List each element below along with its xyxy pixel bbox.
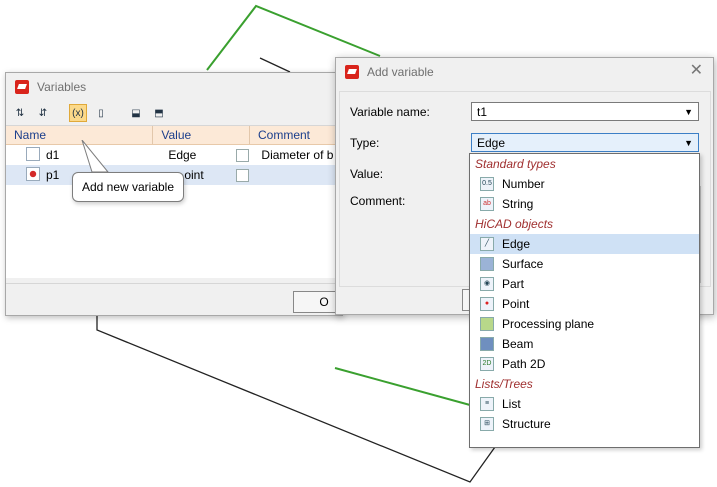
sort-asc-icon[interactable]: ⇅ xyxy=(11,104,29,122)
add-variable-titlebar: Add variable xyxy=(336,58,713,86)
type-dropdown-list: Standard types 0.5 Number ab String HiCAD … xyxy=(469,153,700,448)
option-path-2d[interactable]: 2D Path 2D xyxy=(470,354,699,374)
beam-icon xyxy=(480,337,494,351)
option-point[interactable]: ● Point xyxy=(470,294,699,314)
column-value[interactable]: Value xyxy=(153,126,250,144)
option-processing-plane[interactable]: Processing plane xyxy=(470,314,699,334)
type-value: Edge xyxy=(477,136,506,150)
row-value: Edge xyxy=(168,148,197,162)
processing-plane-icon xyxy=(480,317,494,331)
wireframe-green-edge-lower xyxy=(334,367,471,406)
tooltip-pointer xyxy=(81,140,110,173)
structure-icon: ⊞ xyxy=(480,417,494,431)
option-label: List xyxy=(502,397,521,411)
option-edge[interactable]: ╱ Edge xyxy=(470,234,699,254)
row-comment-cell[interactable]: Diameter of b xyxy=(253,145,342,165)
type-combo[interactable]: Edge ▼ xyxy=(471,133,699,152)
add-variable-icon[interactable]: (x) xyxy=(69,104,87,122)
path-2d-icon: 2D xyxy=(480,357,494,371)
type-label: Type: xyxy=(350,136,380,150)
value-label: Value: xyxy=(350,167,384,181)
hicad-app-icon xyxy=(345,65,359,79)
row-name: p1 xyxy=(46,168,60,182)
copy-icon[interactable]: ▯ xyxy=(92,104,110,122)
part-icon: ◉ xyxy=(480,277,494,291)
import-icon[interactable]: ⬓ xyxy=(127,104,145,122)
variable-name-label: Variable name: xyxy=(350,105,430,119)
option-label: Processing plane xyxy=(502,317,595,331)
point-icon xyxy=(26,167,40,181)
column-comment[interactable]: Comment xyxy=(250,126,342,144)
point-icon: ● xyxy=(480,297,494,311)
category-standard-types: Standard types xyxy=(475,157,556,171)
string-icon: ab xyxy=(480,197,494,211)
add-variable-title: Add variable xyxy=(367,65,434,79)
wireframe-box-edge xyxy=(96,316,501,483)
option-label: Structure xyxy=(502,417,551,431)
row-name: d1 xyxy=(46,148,60,162)
option-label: Surface xyxy=(502,257,544,271)
variables-table-header: Name Value Comment xyxy=(6,126,342,145)
option-label: Number xyxy=(502,177,545,191)
tooltip-text: Add new variable xyxy=(81,180,175,194)
option-string[interactable]: ab String xyxy=(470,194,699,214)
edge-icon xyxy=(26,147,40,161)
option-label: String xyxy=(502,197,534,211)
variables-toolbar: ⇅ ⇵ (x) ▯ ⬓ ⬒ xyxy=(6,101,342,126)
number-icon: 0.5 xyxy=(480,177,494,191)
edge-icon: ╱ xyxy=(480,237,494,251)
option-surface[interactable]: Surface xyxy=(470,254,699,274)
comment-label: Comment: xyxy=(350,194,406,208)
variables-footer: O xyxy=(6,283,342,315)
option-label: Path 2D xyxy=(502,357,546,371)
chevron-down-icon[interactable]: ▼ xyxy=(684,134,693,153)
option-label: Beam xyxy=(502,337,534,351)
variables-table: Name Value Comment d1 Edge Diameter of b… xyxy=(6,126,342,278)
option-label: Edge xyxy=(502,237,531,251)
option-label: Part xyxy=(502,277,525,291)
option-part[interactable]: ◉ Part xyxy=(470,274,699,294)
surface-icon xyxy=(480,257,494,271)
option-structure[interactable]: ⊞ Structure xyxy=(470,414,699,434)
chevron-down-icon[interactable]: ▼ xyxy=(684,103,693,122)
sort-desc-icon[interactable]: ⇵ xyxy=(34,104,52,122)
variable-name-combo[interactable]: t1 ▼ xyxy=(471,102,699,121)
edit-icon[interactable] xyxy=(236,169,250,182)
variables-title: Variables xyxy=(37,80,87,94)
row-value-cell[interactable]: Edge xyxy=(160,145,253,165)
option-beam[interactable]: Beam xyxy=(470,334,699,354)
variable-name-value: t1 xyxy=(477,105,488,119)
export-icon[interactable]: ⬒ xyxy=(150,104,168,122)
close-icon[interactable]: ✕ xyxy=(690,63,703,79)
category-hicad-objects: HiCAD objects xyxy=(475,217,554,231)
row-comment-cell[interactable] xyxy=(253,165,342,185)
hicad-app-icon xyxy=(15,80,29,94)
category-lists-trees: Lists/Trees xyxy=(475,377,533,391)
edit-icon[interactable] xyxy=(236,149,250,162)
option-label: Point xyxy=(502,297,530,311)
option-list[interactable]: ≡ List xyxy=(470,394,699,414)
table-row[interactable]: d1 Edge Diameter of b xyxy=(6,145,342,165)
option-number[interactable]: 0.5 Number xyxy=(470,174,699,194)
wireframe-box-edge-top xyxy=(259,57,291,73)
list-icon: ≡ xyxy=(480,397,494,411)
variables-titlebar: Variables xyxy=(6,73,342,101)
tooltip: Add new variable xyxy=(72,172,184,202)
